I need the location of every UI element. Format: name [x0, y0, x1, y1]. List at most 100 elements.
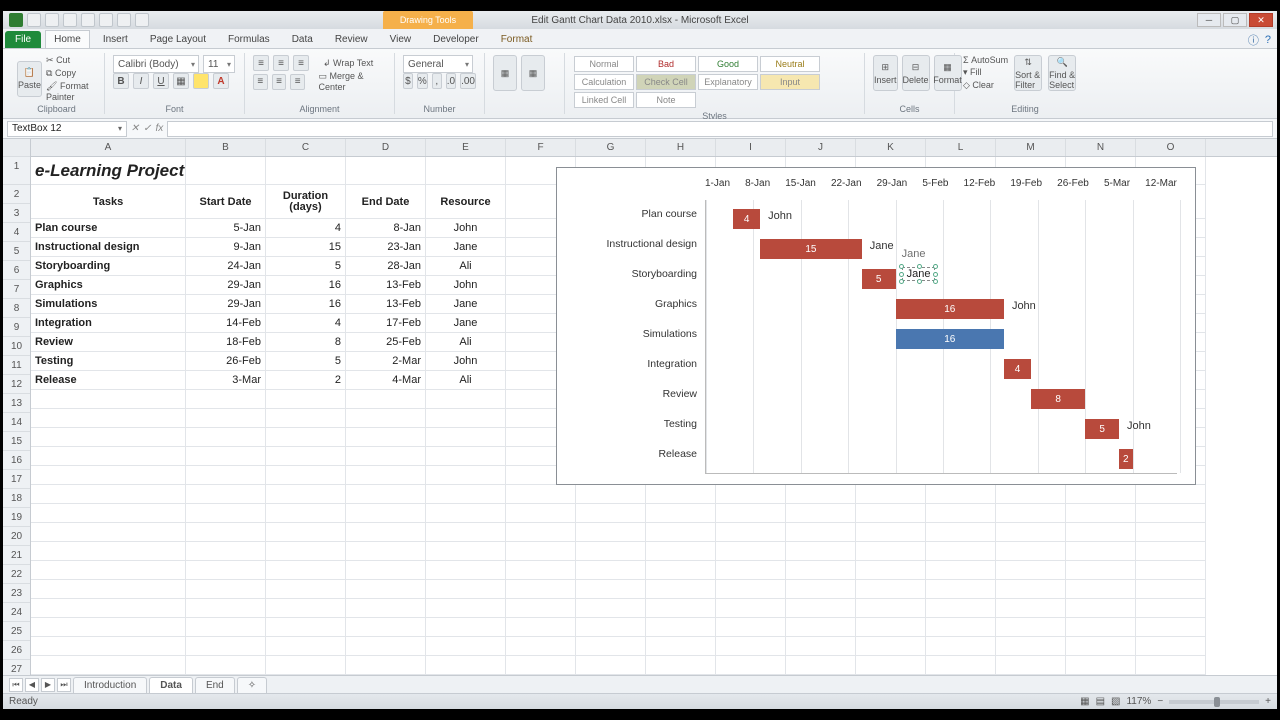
row-header-12[interactable]: 12	[3, 375, 30, 394]
row-header-13[interactable]: 13	[3, 394, 30, 413]
col-header-E[interactable]: E	[426, 139, 506, 156]
row-header-2[interactable]: 2	[3, 185, 30, 204]
align-mid[interactable]: ≡	[273, 55, 289, 71]
border-button[interactable]: ▦	[173, 73, 189, 89]
font-family-select[interactable]: Calibri (Body)	[113, 55, 199, 73]
col-header-O[interactable]: O	[1136, 139, 1206, 156]
align-bot[interactable]: ≡	[293, 55, 309, 71]
underline-button[interactable]: U	[153, 73, 169, 89]
chart-textbox-selected[interactable]: Jane	[902, 267, 936, 281]
fx-icon[interactable]: fx	[156, 123, 164, 134]
maximize-button[interactable]: ▢	[1223, 13, 1247, 27]
insert-cells-button[interactable]: ⊞Insert	[873, 55, 898, 91]
row-header-1[interactable]: 1	[3, 157, 30, 185]
zoom-in-button[interactable]: +	[1265, 696, 1271, 707]
italic-button[interactable]: I	[133, 73, 149, 89]
row-header-21[interactable]: 21	[3, 546, 30, 565]
minimize-button[interactable]: ─	[1197, 13, 1221, 27]
align-top[interactable]: ≡	[253, 55, 269, 71]
merge-center-button[interactable]: ▭ Merge & Center	[319, 71, 387, 92]
wrap-text-button[interactable]: ↲ Wrap Text	[323, 58, 373, 69]
worksheet[interactable]: 1234567891011121314151617181920212223242…	[3, 139, 1277, 675]
row-header-25[interactable]: 25	[3, 622, 30, 641]
sort-filter-button[interactable]: ⇅Sort & Filter	[1014, 55, 1042, 91]
zoom-level[interactable]: 117%	[1126, 696, 1151, 707]
number-format-select[interactable]: General	[403, 55, 473, 73]
row-header-19[interactable]: 19	[3, 508, 30, 527]
fill-button[interactable]: ▾ Fill	[963, 67, 1008, 78]
sheet-tab[interactable]: End	[195, 677, 235, 693]
copy-button[interactable]: ⧉ Copy	[46, 68, 96, 79]
col-header-I[interactable]: I	[716, 139, 786, 156]
row-header-4[interactable]: 4	[3, 223, 30, 242]
tab-developer[interactable]: Developer	[424, 30, 488, 48]
gantt-bar[interactable]: 5	[862, 269, 896, 289]
gantt-bar[interactable]: 16	[896, 329, 1004, 349]
row-header-10[interactable]: 10	[3, 337, 30, 356]
gantt-chart[interactable]: 1-Jan8-Jan15-Jan22-Jan29-Jan5-Feb12-Feb1…	[556, 167, 1196, 485]
gantt-bar[interactable]: 2	[1119, 449, 1133, 469]
inc-dec-button[interactable]: .0	[446, 73, 456, 89]
col-header-M[interactable]: M	[996, 139, 1066, 156]
sheet-tab[interactable]: Introduction	[73, 677, 147, 693]
autosum-button[interactable]: Σ AutoSum	[963, 55, 1008, 65]
col-header-J[interactable]: J	[786, 139, 856, 156]
align-right[interactable]: ≡	[290, 74, 305, 90]
close-button[interactable]: ✕	[1249, 13, 1273, 27]
row-header-20[interactable]: 20	[3, 527, 30, 546]
view-layout-icon[interactable]: ▤	[1096, 696, 1105, 707]
row-header-6[interactable]: 6	[3, 261, 30, 280]
find-select-button[interactable]: 🔍Find & Select	[1048, 55, 1076, 91]
style-linked[interactable]: Linked Cell	[574, 92, 634, 108]
style-note[interactable]: Note	[636, 92, 696, 108]
font-size-select[interactable]: 11	[203, 55, 235, 73]
col-header-C[interactable]: C	[266, 139, 346, 156]
row-header-17[interactable]: 17	[3, 470, 30, 489]
currency-button[interactable]: $	[403, 73, 413, 89]
sheet-nav-prev[interactable]: ◀	[25, 678, 39, 692]
zoom-out-button[interactable]: −	[1157, 696, 1163, 707]
row-header-22[interactable]: 22	[3, 565, 30, 584]
bold-button[interactable]: B	[113, 73, 129, 89]
col-header-H[interactable]: H	[646, 139, 716, 156]
clear-button[interactable]: ◇ Clear	[963, 80, 1008, 91]
tab-formulas[interactable]: Formulas	[219, 30, 279, 48]
col-header-K[interactable]: K	[856, 139, 926, 156]
tab-format[interactable]: Format	[492, 30, 542, 48]
tab-data[interactable]: Data	[283, 30, 322, 48]
tab-insert[interactable]: Insert	[94, 30, 137, 48]
row-header-8[interactable]: 8	[3, 299, 30, 318]
row-header-15[interactable]: 15	[3, 432, 30, 451]
row-header-24[interactable]: 24	[3, 603, 30, 622]
col-header-D[interactable]: D	[346, 139, 426, 156]
style-calc[interactable]: Calculation	[574, 74, 634, 90]
sheet-nav-first[interactable]: ⏮	[9, 678, 23, 692]
delete-cells-button[interactable]: ⊟Delete	[902, 55, 930, 91]
row-header-3[interactable]: 3	[3, 204, 30, 223]
row-header-7[interactable]: 7	[3, 280, 30, 299]
zoom-slider[interactable]	[1169, 700, 1259, 704]
name-box[interactable]: TextBox 12▾	[7, 121, 127, 137]
view-normal-icon[interactable]: ▦	[1080, 696, 1089, 707]
style-input[interactable]: Input	[760, 74, 820, 90]
col-header-N[interactable]: N	[1066, 139, 1136, 156]
cancel-icon[interactable]: ✕	[131, 123, 139, 134]
fill-color-button[interactable]	[193, 73, 209, 89]
gantt-bar[interactable]: 16	[896, 299, 1004, 319]
gantt-bar[interactable]: 15	[760, 239, 862, 259]
style-bad[interactable]: Bad	[636, 56, 696, 72]
sheet-tab[interactable]: Data	[149, 677, 193, 693]
col-header-A[interactable]: A	[31, 139, 186, 156]
sheet-nav-last[interactable]: ⏭	[57, 678, 71, 692]
style-good[interactable]: Good	[698, 56, 758, 72]
row-header-23[interactable]: 23	[3, 584, 30, 603]
tab-file[interactable]: File	[5, 31, 41, 48]
tab-page-layout[interactable]: Page Layout	[141, 30, 215, 48]
dec-dec-button[interactable]: .00	[460, 73, 476, 89]
row-header-14[interactable]: 14	[3, 413, 30, 432]
minimize-ribbon-icon[interactable]: ⓘ	[1248, 32, 1259, 48]
cond-format-button[interactable]: ▦	[493, 55, 517, 91]
row-header-26[interactable]: 26	[3, 641, 30, 660]
gantt-bar[interactable]: 4	[1004, 359, 1031, 379]
view-break-icon[interactable]: ▧	[1111, 696, 1120, 707]
